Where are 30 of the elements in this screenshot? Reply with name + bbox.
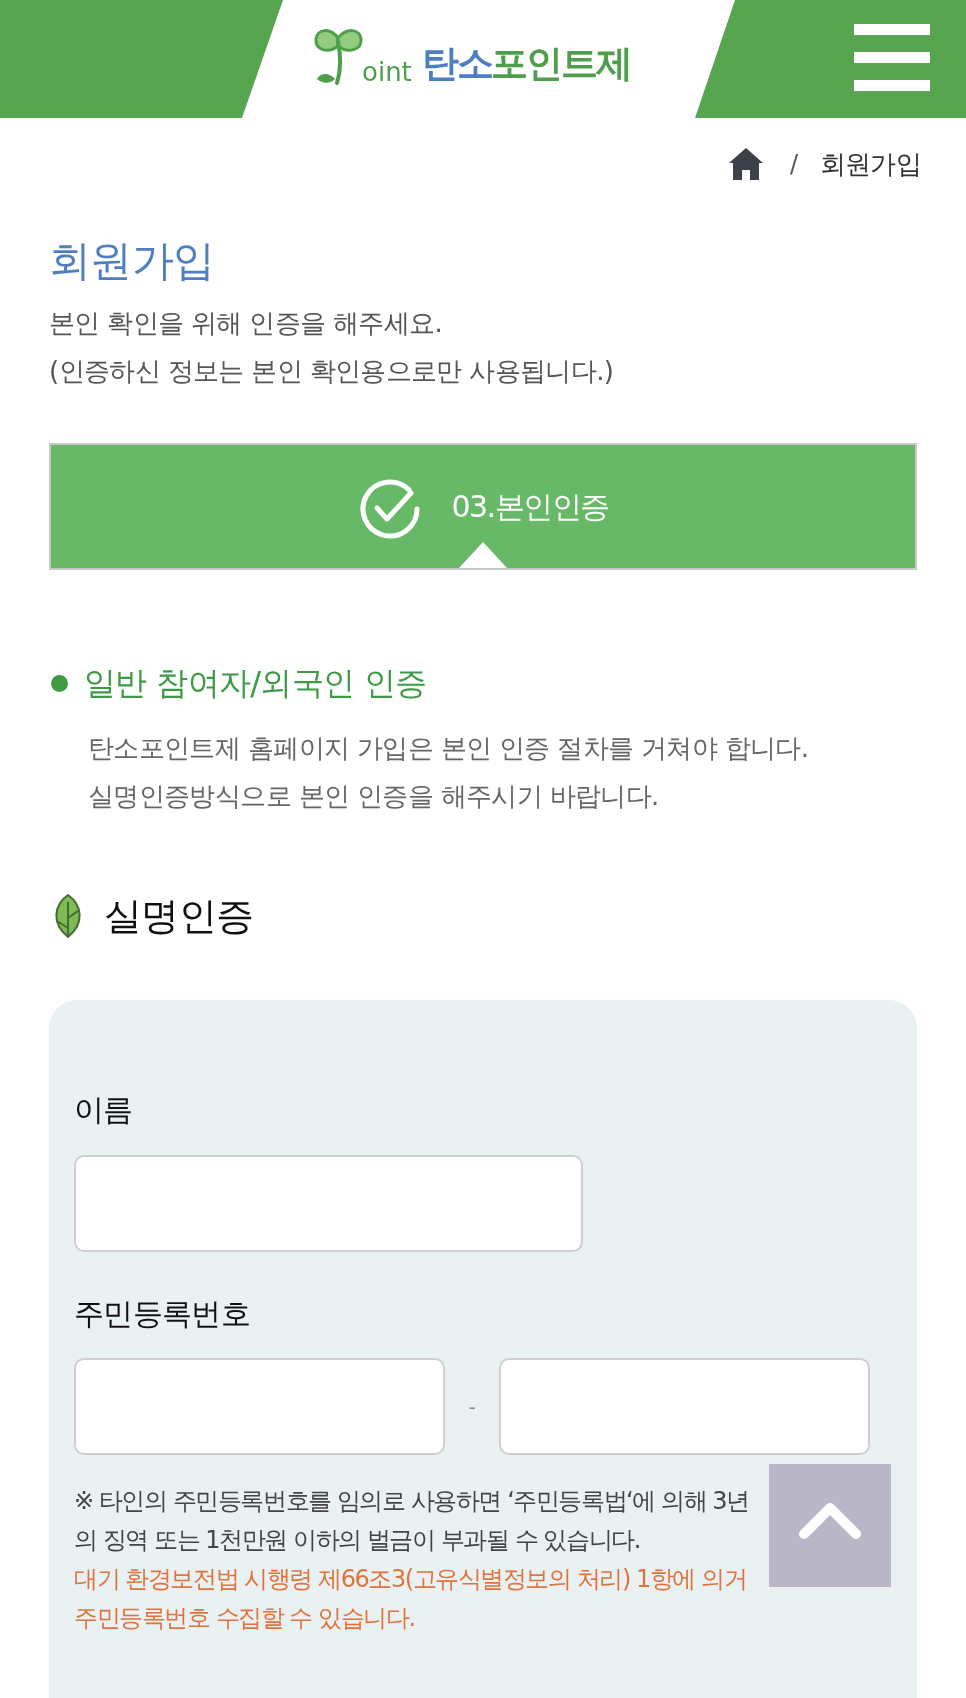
field-label: 이름 [74,1091,133,1129]
menu-button[interactable] [854,24,930,91]
legal-notice-text: 주민등록번호 수집할 수 있습니다. [74,1603,415,1634]
page-title: 회원가입 [49,236,215,286]
warning-text: ※ 타인의 주민등록번호를 임의로 사용하면 ‘주민등록법‘에 의해 3년 [74,1486,749,1517]
bullet-dot-icon [51,674,68,692]
breadcrumb-separator: / [790,149,798,180]
section-heading: 일반 참여자/외국인 인증 [84,663,427,704]
sprout-logo-icon [314,26,364,86]
name-input[interactable] [74,1155,583,1252]
legal-notice-text: 대기 환경보전법 시행령 제66조3(고유식별정보의 처리) 1항에 의거 [74,1564,747,1595]
pointer-triangle-icon [459,542,507,568]
step-label: 03.본인인증 [451,487,609,526]
notice-text: 탄소포인트제 홈페이지 가입은 본인 인증 절차를 거쳐야 합니다. [88,732,809,765]
chevron-up-icon [798,1501,862,1540]
input-field[interactable] [74,1358,445,1455]
home-icon[interactable] [728,147,765,181]
section-heading: 실명인증 [104,893,254,940]
menu-icon [854,24,930,91]
intro-text: (인증하신 정보는 본인 확인용으로만 사용됩니다.) [49,355,614,388]
warning-text: 의 징역 또는 1천만원 이하의 벌금이 부과될 수 있습니다. [74,1525,640,1556]
site-title: 탄소포인트제 [421,42,631,86]
separator-dash: - [467,1393,477,1421]
breadcrumb-current: 회원가입 [819,148,921,181]
logo-text: oint [362,58,412,86]
intro-text: 본인 확인을 위해 인증을 해주세요. [49,307,443,340]
scroll-top-button[interactable] [769,1464,891,1587]
notice-text: 실명인증방식으로 본인 인증을 해주시기 바랍니다. [88,780,659,813]
input-field[interactable] [499,1358,870,1455]
field-label: 주민등록번호 [74,1295,251,1333]
